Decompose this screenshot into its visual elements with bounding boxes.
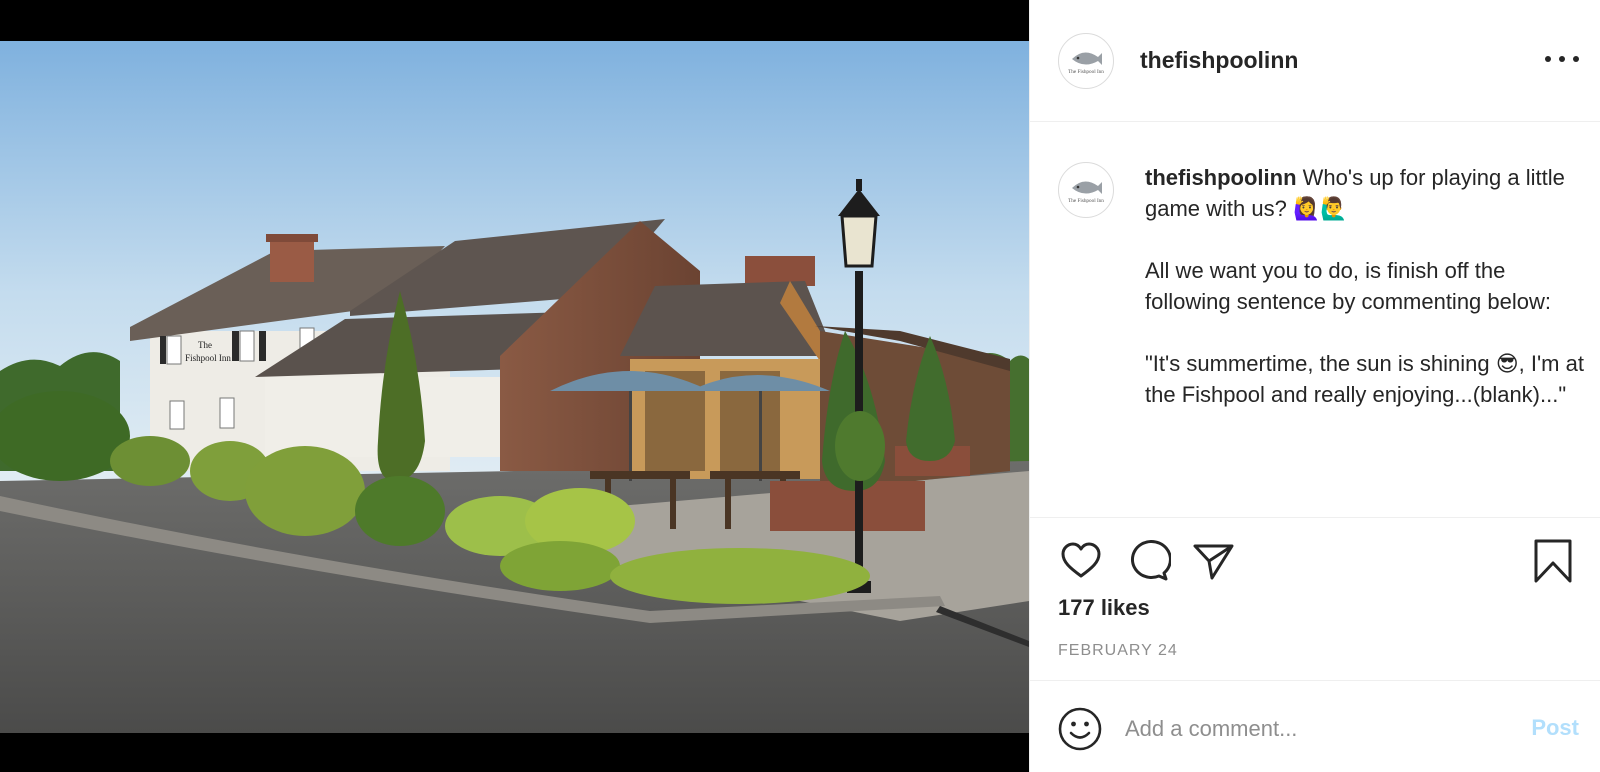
instagram-post: The Fishpool Inn The Fishpool Inn thefis… (0, 0, 1600, 772)
comment-input[interactable] (1125, 707, 1495, 751)
header-username[interactable]: thefishpoolinn (1140, 47, 1298, 74)
caption-avatar[interactable]: The Fishpool Inn (1058, 162, 1114, 218)
save-button[interactable] (1530, 538, 1576, 584)
post-media[interactable]: The Fishpool Inn (0, 0, 1029, 772)
caption-area: The Fishpool Inn thefishpoolinn Who's up… (1030, 122, 1600, 518)
post-comment-button[interactable]: Post (1531, 715, 1579, 741)
fish-logo-icon: The Fishpool Inn (1068, 181, 1104, 204)
likes-count[interactable]: 177 likes (1058, 595, 1150, 621)
comment-bar: Post (1030, 680, 1600, 772)
avatar[interactable]: The Fishpool Inn (1058, 32, 1114, 89)
caption-username[interactable]: thefishpoolinn (1145, 165, 1297, 190)
paper-plane-icon (1193, 544, 1234, 580)
post-caption: thefishpoolinn Who's up for playing a li… (1145, 162, 1585, 410)
building-sign-line1: The (198, 340, 212, 350)
bookmark-icon (1534, 539, 1572, 583)
more-options-button[interactable] (1545, 46, 1579, 72)
share-button[interactable] (1190, 538, 1236, 584)
post-photo[interactable]: The Fishpool Inn (0, 41, 1029, 733)
caption-paragraph-3: "It's summertime, the sun is shining 😎, … (1145, 351, 1591, 407)
post-header: The Fishpool Inn thefishpoolinn (1030, 0, 1600, 122)
post-actions (1030, 538, 1600, 584)
building-sign-line2: Fishpool Inn (185, 353, 231, 363)
comment-button[interactable] (1125, 538, 1171, 584)
like-button[interactable] (1058, 538, 1104, 584)
more-horizontal-icon (1545, 56, 1551, 62)
emoji-button[interactable] (1058, 707, 1102, 751)
heart-icon (1061, 542, 1101, 578)
caption-paragraph-2: All we want you to do, is finish off the… (1145, 258, 1552, 314)
avatar-logo-text: The Fishpool Inn (1068, 69, 1104, 75)
post-date[interactable]: FEBRUARY 24 (1058, 642, 1178, 660)
smiley-icon (1058, 707, 1102, 751)
caption-avatar-logo-text: The Fishpool Inn (1068, 198, 1104, 204)
post-side-panel: The Fishpool Inn thefishpoolinn The Fish… (1029, 0, 1600, 772)
comment-icon (1131, 539, 1171, 581)
fish-logo-icon: The Fishpool Inn (1068, 51, 1104, 75)
